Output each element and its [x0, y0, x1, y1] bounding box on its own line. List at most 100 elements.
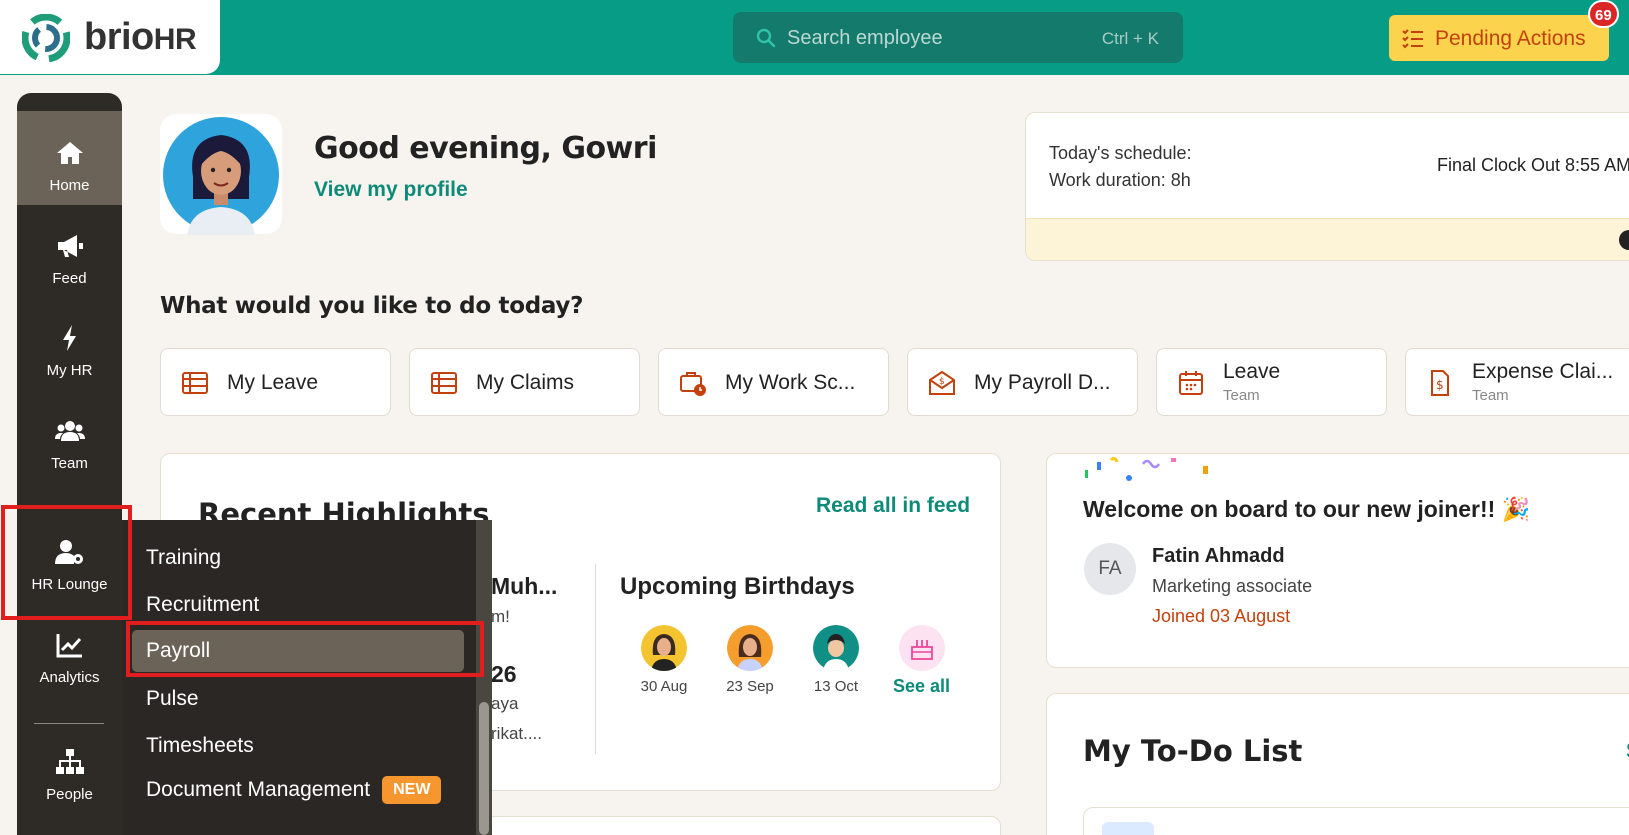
- action-my-work-schedule[interactable]: My Work Sc...: [658, 348, 889, 416]
- sidebar-item-label: Home: [49, 177, 90, 194]
- joined-date: Joined 03 August: [1152, 606, 1291, 626]
- new-badge: NEW: [382, 776, 442, 804]
- birthday-date: 23 Sep: [726, 678, 774, 695]
- payroll-envelope-icon: $: [929, 370, 955, 395]
- cake-icon: [911, 640, 933, 660]
- action-sublabel: Team: [1472, 387, 1509, 404]
- sidebar: Home Feed My HR Team HR Lounge Analytics…: [17, 93, 122, 835]
- action-my-leave[interactable]: My Leave: [160, 348, 391, 416]
- action-label: My Leave: [227, 371, 319, 394]
- search-icon: [756, 28, 776, 48]
- action-label: My Claims: [476, 371, 574, 394]
- todo-title: My To-Do List: [1083, 734, 1303, 768]
- birthday-avatar[interactable]: [727, 625, 773, 671]
- man-avatar-icon: [813, 625, 859, 671]
- action-label: My Payroll D...: [974, 371, 1111, 394]
- highlight-text: rikat....: [491, 724, 543, 743]
- pending-actions-button[interactable]: Pending Actions: [1389, 15, 1609, 61]
- checklist-icon: [1402, 29, 1423, 49]
- highlight-name: Muh...: [491, 573, 558, 599]
- megaphone-icon: [58, 235, 83, 257]
- table-icon: [431, 372, 457, 394]
- highlights-divider: [595, 564, 596, 754]
- birthday-cake-button[interactable]: [899, 625, 945, 671]
- svg-text:$: $: [939, 377, 945, 387]
- home-icon: [57, 142, 83, 164]
- sidebar-item-people[interactable]: People: [17, 720, 122, 814]
- action-my-payroll[interactable]: $ My Payroll D...: [907, 348, 1138, 416]
- bolt-icon: [63, 325, 76, 351]
- search-input[interactable]: Search employee Ctrl + K: [733, 12, 1183, 63]
- sidebar-item-feed[interactable]: Feed: [17, 204, 122, 298]
- woman-avatar-icon: [641, 625, 687, 671]
- see-all-birthdays-link[interactable]: See all: [893, 676, 950, 697]
- avatar[interactable]: FA: [1084, 543, 1136, 595]
- schedule-footer: [1026, 218, 1629, 260]
- sidebar-item-label: My HR: [46, 362, 93, 379]
- receipt-icon: $: [1431, 370, 1449, 396]
- menu-item-recruitment[interactable]: Recruitment: [146, 593, 259, 617]
- view-profile-link[interactable]: View my profile: [314, 178, 468, 202]
- org-chart-icon: [56, 749, 84, 774]
- todo-chip: [1102, 822, 1154, 835]
- birthday-date: 13 Oct: [813, 678, 859, 695]
- todo-item[interactable]: [1083, 807, 1629, 835]
- payroll-highlight-box: [126, 621, 484, 677]
- brio-logo-icon: [22, 14, 70, 62]
- chart-line-icon: [56, 634, 82, 658]
- clock-out-time: Final Clock Out 8:55 AM: [1437, 155, 1629, 175]
- menu-item-label: Document Management: [146, 778, 371, 801]
- read-all-in-feed-link[interactable]: Read all in feed: [816, 494, 970, 518]
- action-my-claims[interactable]: My Claims: [409, 348, 640, 416]
- menu-item-timesheets[interactable]: Timesheets: [146, 734, 254, 758]
- confetti-decoration: [1085, 456, 1208, 481]
- sidebar-item-my-hr[interactable]: My HR: [17, 296, 122, 390]
- profile-avatar-illustration: [163, 117, 279, 235]
- schedule-card: Today's schedule: Work duration: 8h Fina…: [1025, 112, 1629, 261]
- pending-count-badge: 69: [1588, 0, 1619, 28]
- menu-item-training[interactable]: Training: [146, 546, 221, 570]
- greeting: Good evening, Gowri: [314, 131, 657, 166]
- sidebar-item-label: Feed: [52, 270, 87, 287]
- logo[interactable]: brioHR: [0, 0, 220, 74]
- svg-text:$: $: [1436, 378, 1444, 392]
- calendar-icon: [1179, 371, 1203, 395]
- action-team-leave[interactable]: Leave Team: [1156, 348, 1387, 416]
- pending-actions-label: Pending Actions: [1435, 27, 1586, 50]
- avatar[interactable]: [160, 114, 282, 235]
- users-icon: [55, 421, 85, 441]
- search-placeholder: Search employee: [787, 27, 943, 49]
- action-label: Leave: [1223, 360, 1281, 383]
- action-label: Expense Clai...: [1472, 360, 1614, 383]
- menu-item-document-management[interactable]: Document Management NEW: [146, 776, 442, 804]
- action-team-expense-claims[interactable]: $ Expense Clai... Team: [1405, 348, 1629, 416]
- quick-actions-title: What would you like to do today?: [160, 293, 584, 319]
- logo-text: brioHR: [84, 16, 197, 58]
- highlight-text: aya: [491, 694, 519, 713]
- menu-scrollbar-thumb[interactable]: [479, 702, 489, 835]
- sidebar-item-label: People: [46, 786, 93, 803]
- birthday-avatar[interactable]: [641, 625, 687, 671]
- welcome-title: Welcome on board to our new joiner!! 🎉: [1083, 496, 1531, 522]
- new-joiner-card: Welcome on board to our new joiner!! 🎉 F…: [1046, 453, 1629, 668]
- birthday-date: 30 Aug: [640, 678, 688, 695]
- highlight-number: 26: [491, 661, 517, 687]
- schedule-duration: Work duration: 8h: [1049, 170, 1191, 190]
- joiner-name[interactable]: Fatin Ahmadd: [1152, 545, 1285, 568]
- table-icon: [182, 372, 208, 394]
- action-sublabel: Team: [1223, 387, 1260, 404]
- briefcase-clock-icon: [680, 372, 706, 396]
- menu-item-pulse[interactable]: Pulse: [146, 687, 199, 711]
- birthdays-title: Upcoming Birthdays: [620, 573, 855, 600]
- sidebar-item-home[interactable]: Home: [17, 111, 122, 205]
- birthday-avatar[interactable]: [813, 625, 859, 671]
- sidebar-item-team[interactable]: Team: [17, 389, 122, 483]
- joiner-role: Marketing associate: [1152, 576, 1313, 596]
- search-shortcut: Ctrl + K: [1101, 29, 1159, 48]
- sidebar-item-label: Team: [51, 455, 88, 472]
- schedule-today: Today's schedule:: [1049, 143, 1192, 163]
- action-label: My Work Sc...: [725, 371, 856, 394]
- todo-card: My To-Do List S: [1046, 693, 1629, 835]
- hr-lounge-highlight-box: [1, 505, 132, 620]
- woman-avatar-icon: [727, 625, 773, 671]
